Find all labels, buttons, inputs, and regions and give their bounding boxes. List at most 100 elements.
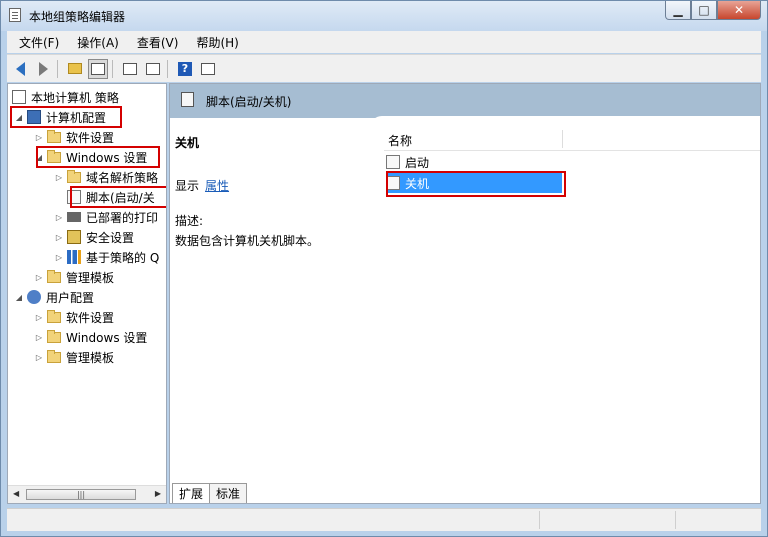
- collapse-icon[interactable]: ◢: [34, 153, 44, 162]
- folder-icon: [47, 349, 61, 363]
- expand-icon[interactable]: ▷: [54, 253, 64, 262]
- status-bar: [7, 508, 761, 531]
- tree-item-computer-config[interactable]: ◢ 计算机配置: [14, 107, 106, 127]
- tree-label: Windows 设置: [66, 150, 148, 165]
- bar-chart-icon: [67, 250, 81, 264]
- tree-label: 管理模板: [66, 350, 115, 365]
- menu-file[interactable]: 文件(F): [13, 34, 65, 51]
- close-button[interactable]: ✕: [717, 1, 761, 20]
- tree-root[interactable]: 本地计算机 策略: [12, 87, 119, 107]
- expand-icon[interactable]: ▷: [34, 273, 44, 282]
- show-action-pane-button[interactable]: [198, 59, 218, 79]
- help-icon: ?: [178, 61, 192, 76]
- folder-icon: [47, 269, 61, 283]
- menu-view[interactable]: 查看(V): [131, 34, 185, 51]
- properties-button[interactable]: [120, 59, 140, 79]
- expand-icon[interactable]: ▷: [54, 173, 64, 182]
- expand-icon[interactable]: ▷: [54, 233, 64, 242]
- tree-item-software-settings[interactable]: ▷ 软件设置: [34, 127, 114, 147]
- list-item-shutdown[interactable]: 关机: [386, 173, 562, 193]
- collapse-icon[interactable]: ◢: [14, 293, 24, 302]
- properties-icon: [123, 62, 137, 75]
- tree-item-name-resolution-policy[interactable]: ▷ 域名解析策略: [54, 167, 158, 187]
- description-text: 数据包含计算机关机脚本。: [175, 234, 320, 248]
- export-icon: [146, 62, 160, 75]
- policy-doc-icon: [12, 90, 26, 104]
- maximize-button[interactable]: □: [691, 1, 717, 20]
- tree-label: 软件设置: [66, 130, 115, 145]
- folder-icon: [67, 169, 81, 183]
- expand-icon[interactable]: ▷: [34, 353, 44, 362]
- tree-item-user-windows-settings[interactable]: ▷ Windows 设置: [34, 327, 147, 347]
- show-properties: 显示 属性: [175, 177, 229, 194]
- list-item-label: 启动: [405, 155, 430, 170]
- menu-bar: 文件(F) 操作(A) 查看(V) 帮助(H): [7, 31, 761, 53]
- menu-help[interactable]: 帮助(H): [190, 34, 244, 51]
- tab-standard[interactable]: 标准: [209, 483, 248, 503]
- window-controls: ▁ □ ✕: [665, 1, 761, 21]
- minimize-button[interactable]: ▁: [665, 1, 691, 20]
- tab-extended[interactable]: 扩展: [172, 483, 211, 503]
- tree-label: 基于策略的 Q: [86, 250, 160, 265]
- show-hide-tree-button[interactable]: [88, 58, 108, 79]
- console-tree-icon: [91, 62, 105, 75]
- tree-item-user-config[interactable]: ◢ 用户配置: [14, 287, 94, 307]
- show-label: 显示: [175, 179, 200, 193]
- folder-up-icon: [68, 63, 82, 74]
- tree-item-deployed-printers[interactable]: ▷ 已部署的打印: [54, 207, 158, 227]
- details-title: 脚本(启动/关机): [206, 95, 292, 109]
- tree-label: 已部署的打印: [86, 210, 159, 225]
- tree-label: 管理模板: [66, 270, 115, 285]
- list-item-startup[interactable]: 启动: [386, 152, 429, 172]
- action-pane-icon: [201, 62, 215, 75]
- tree-label: 计算机配置: [46, 110, 107, 125]
- tree-item-policy-qos[interactable]: ▷ 基于策略的 Q: [54, 247, 159, 267]
- scroll-thumb[interactable]: |||: [26, 489, 136, 500]
- printer-icon: [67, 212, 81, 222]
- script-icon: [67, 190, 81, 204]
- computer-icon: [27, 110, 41, 124]
- list-item-label: 关机: [405, 176, 430, 191]
- details-header: 脚本(启动/关机): [170, 84, 760, 118]
- expand-icon[interactable]: ▷: [34, 133, 44, 142]
- security-icon: [67, 230, 81, 244]
- export-list-button[interactable]: [143, 59, 163, 79]
- expand-icon[interactable]: ▷: [34, 313, 44, 322]
- expand-icon[interactable]: ▷: [34, 333, 44, 342]
- folder-icon: [47, 149, 61, 163]
- script-icon: [181, 92, 194, 107]
- tree-item-user-software-settings[interactable]: ▷ 软件设置: [34, 307, 114, 327]
- scroll-left-icon[interactable]: ◀: [13, 489, 19, 498]
- forward-arrow-icon: [38, 61, 48, 76]
- tree-item-scripts[interactable]: 脚本(启动/关: [54, 187, 155, 207]
- user-icon: [27, 290, 41, 304]
- back-button[interactable]: [10, 59, 30, 79]
- column-separator[interactable]: [562, 130, 563, 148]
- horizontal-scrollbar[interactable]: ◀ ||| ▶: [8, 485, 166, 503]
- tree-item-windows-settings[interactable]: ◢ Windows 设置: [34, 147, 147, 167]
- view-tabs: 扩展 标准: [172, 483, 248, 503]
- expand-icon[interactable]: ▷: [54, 213, 64, 222]
- title-bar: 本地组策略编辑器 ▁ □ ✕: [1, 1, 767, 31]
- menu-action[interactable]: 操作(A): [71, 34, 125, 51]
- description-label: 描述:: [175, 214, 204, 228]
- folder-icon: [47, 329, 61, 343]
- tree-label: 用户配置: [46, 290, 95, 305]
- console-tree: 本地计算机 策略 ◢ 计算机配置 ▷ 软件设置 ◢ Windows 设置 ▷ 域…: [7, 83, 167, 504]
- scroll-right-icon[interactable]: ▶: [155, 489, 161, 498]
- properties-link[interactable]: 属性: [205, 179, 229, 193]
- list-header: 名称: [384, 128, 760, 151]
- details-pane: 脚本(启动/关机) 关机 显示 属性 描述: 数据包含计算机关机脚本。 名称 启动…: [169, 83, 761, 504]
- up-level-button[interactable]: [65, 59, 85, 79]
- forward-button[interactable]: [33, 59, 53, 79]
- tree-label: Windows 设置: [66, 330, 148, 345]
- toolbar-separator: [57, 59, 58, 78]
- column-header-name[interactable]: 名称: [388, 132, 412, 149]
- tree-item-security-settings[interactable]: ▷ 安全设置: [54, 227, 134, 247]
- collapse-icon[interactable]: ◢: [14, 113, 24, 122]
- help-button[interactable]: ?: [175, 59, 195, 79]
- status-cell: [675, 511, 676, 529]
- tree-item-admin-templates[interactable]: ▷ 管理模板: [34, 267, 114, 287]
- tree-item-user-admin-templates[interactable]: ▷ 管理模板: [34, 347, 114, 367]
- folder-icon: [47, 129, 61, 143]
